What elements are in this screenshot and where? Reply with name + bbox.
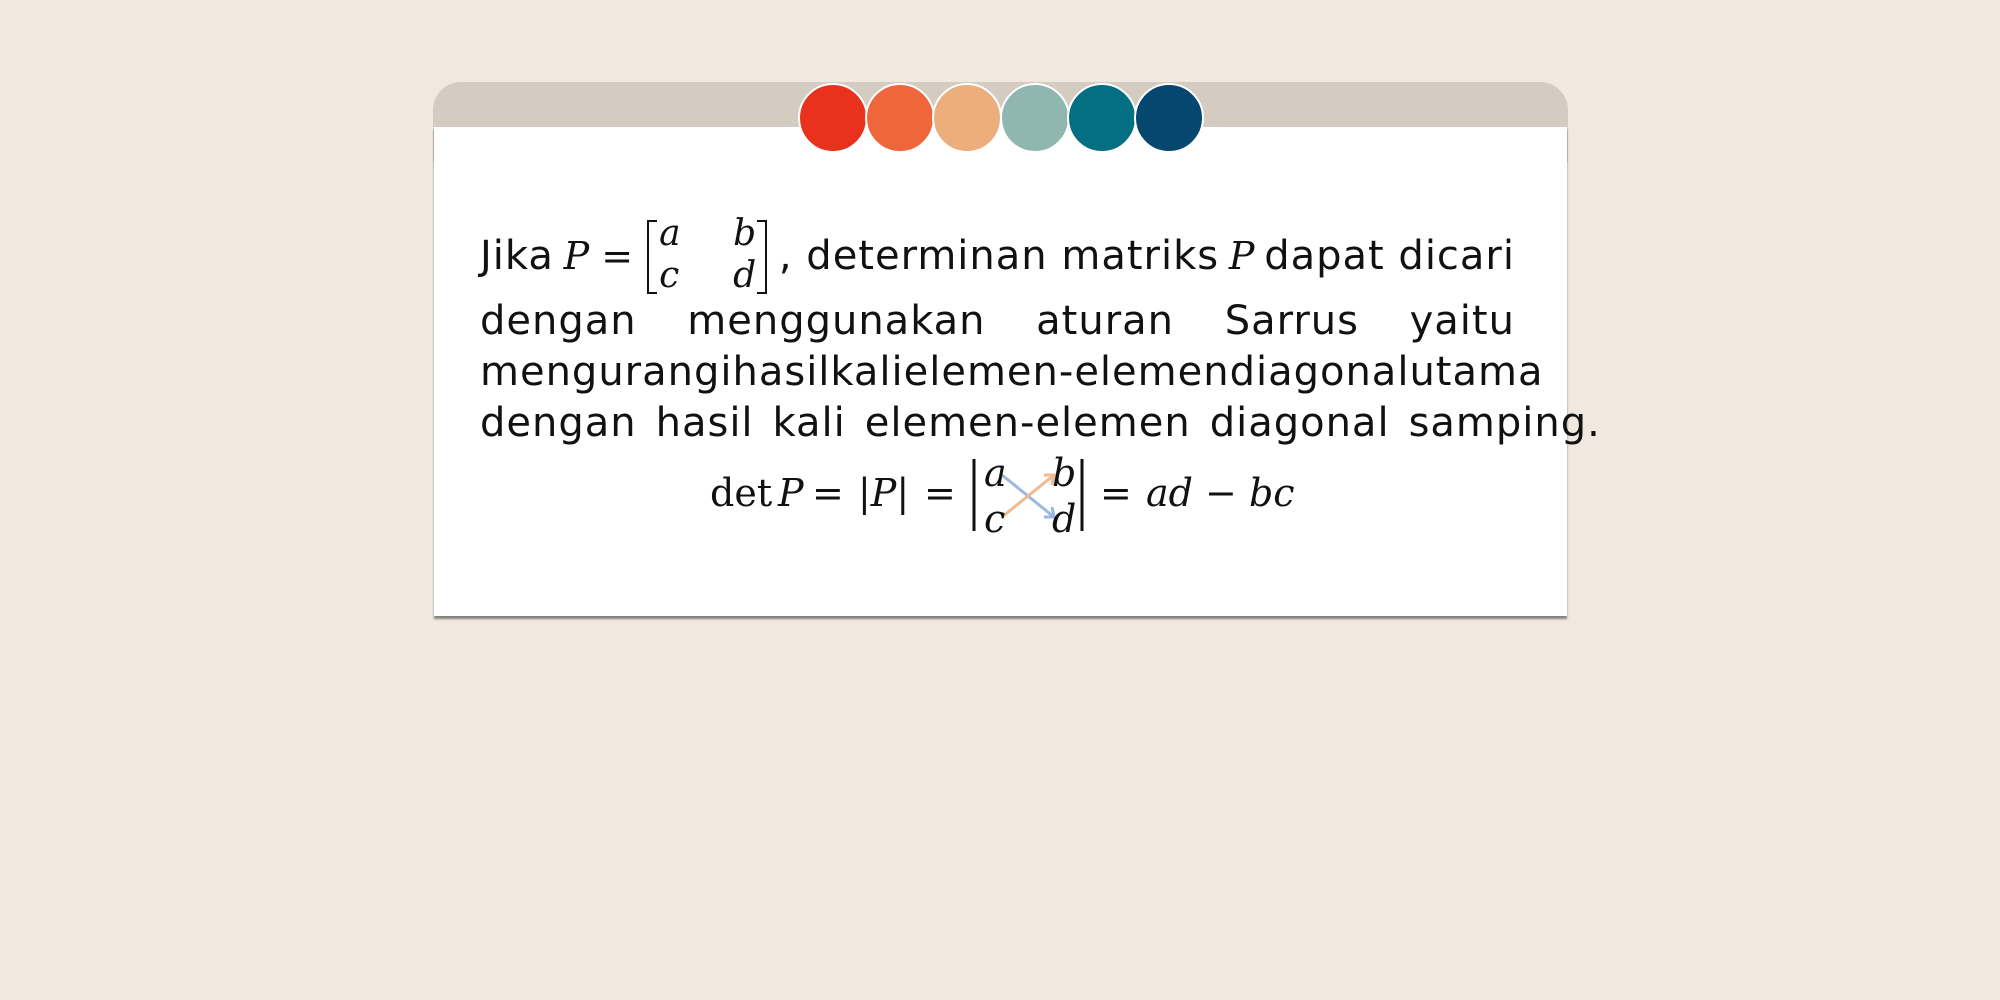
word: samping. [1408,400,1601,446]
paragraph-line-1: Jika P = a b c d , determinan matriks P … [480,216,1515,296]
matrix-name-ref: P [1228,233,1255,278]
formula-result: ad − bc [1146,471,1295,515]
word: yaitu [1409,298,1515,344]
word: kali [772,400,846,446]
color-dot-1 [798,83,868,153]
line1-tail: , determinan matriks [778,232,1220,279]
word-jika: Jika [480,232,554,279]
word: elemen-elemen [903,349,1230,395]
word: kali [830,349,904,395]
paragraph-line-3: mengurangi hasil kali elemen-elemen diag… [480,347,1542,398]
word: diagonal [1209,400,1390,446]
matrix-entry-b: b [733,213,758,254]
equals-sign-3: = [1100,471,1132,515]
color-dot-2 [865,83,935,153]
word: aturan [1036,298,1175,344]
word: menggunakan [687,298,986,344]
equals-sign: = [601,233,634,278]
color-dot-4 [1000,83,1070,153]
word: mengurangi [480,349,733,395]
paragraph-line-2: dengan menggunakan aturan Sarrus yaitu [480,296,1515,347]
left-bracket [647,220,658,294]
word: diagonal [1229,349,1410,395]
line1-end: dapat dicari [1264,232,1515,279]
word: hasil [655,400,754,446]
matrix-name: P [563,233,590,278]
entry-a: a [984,451,1007,495]
word: dengan [480,400,637,446]
word: dengan [480,298,637,344]
entry-c: c [984,497,1006,541]
color-dot-3 [932,83,1002,153]
word: elemen-elemen [864,400,1191,446]
matrix-entry-c: c [659,255,681,296]
right-bracket [757,220,768,294]
color-dot-5 [1067,83,1137,153]
explanation-paragraph: Jika P = a b c d , determinan matriks P … [480,216,1600,449]
paragraph-line-4: dengan hasil kali elemen-elemen diagonal… [480,398,1600,449]
matrix-p: a b c d [645,216,769,296]
matrix-entry-a: a [659,213,682,254]
word: Sarrus [1224,298,1359,344]
color-dot-6 [1134,83,1204,153]
entry-b: b [1052,451,1077,495]
entry-d: d [1052,497,1077,541]
determinant-formula: det P = |P| = a b c d = ad − bc [710,451,1310,541]
word: hasil [732,349,831,395]
matrix-entry-d: d [733,255,758,296]
word: utama [1409,349,1544,395]
